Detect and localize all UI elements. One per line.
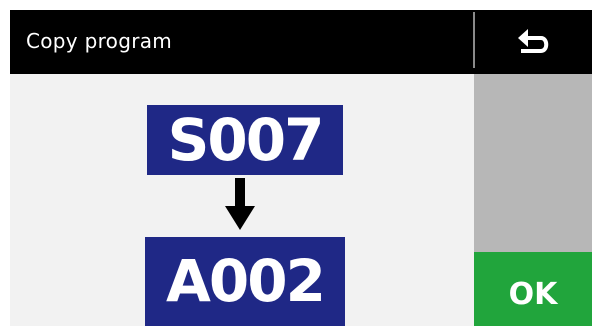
copy-program-screen: Copy program S007 A002 OK — [0, 0, 592, 326]
ok-button[interactable]: OK — [474, 252, 592, 326]
arrow-down-icon — [225, 178, 255, 230]
top-strip — [0, 0, 592, 10]
header-bar: Copy program — [10, 10, 592, 74]
back-arrow-icon — [517, 29, 548, 53]
side-panel — [474, 74, 592, 252]
copy-content-area: S007 A002 — [10, 74, 474, 326]
source-program: S007 — [147, 105, 343, 175]
screen-title: Copy program — [26, 29, 173, 53]
back-button[interactable] — [475, 10, 592, 74]
target-program: A002 — [145, 237, 345, 326]
